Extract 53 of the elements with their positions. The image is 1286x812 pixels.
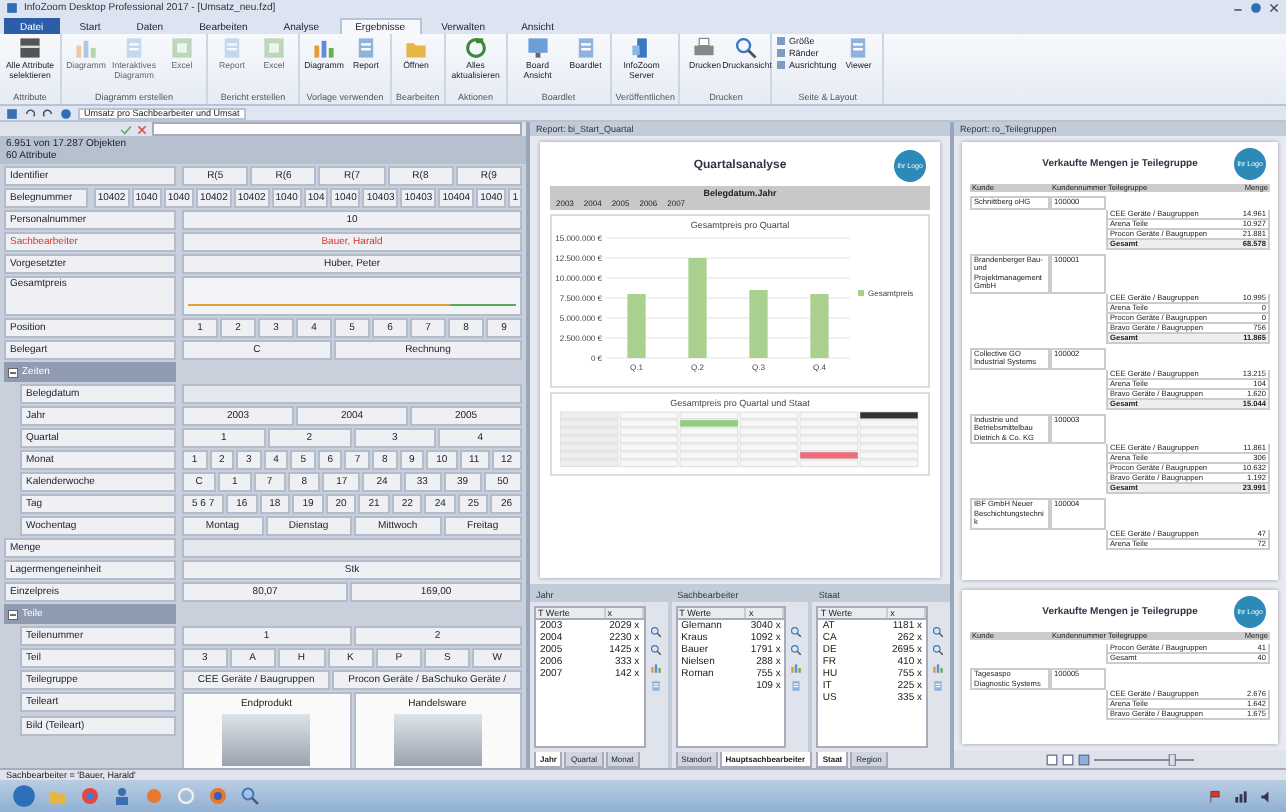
- chart-bar: [749, 290, 768, 358]
- folder-icon: [48, 786, 68, 806]
- start-icon: [12, 784, 36, 808]
- chart-bar: [627, 294, 646, 358]
- zoom-slider[interactable]: [1094, 753, 1194, 765]
- printer-icon: [692, 36, 717, 60]
- redo-icon: [42, 107, 54, 119]
- document-icon: [932, 680, 945, 692]
- slider-thumb[interactable]: [1168, 753, 1176, 765]
- network-icon: [1234, 789, 1248, 803]
- collapse-icon: [8, 367, 18, 377]
- bar-chart-icon: [74, 36, 98, 60]
- bar-chart-icon: [649, 662, 662, 674]
- monitor-icon: [525, 36, 550, 60]
- document-icon: [790, 680, 803, 692]
- spreadsheet-icon: [170, 36, 194, 60]
- collapse-icon: [8, 609, 18, 619]
- document-icon: [220, 36, 244, 60]
- circle-icon: [176, 786, 196, 806]
- document-icon: [573, 36, 598, 60]
- speaker-icon: [1260, 789, 1274, 803]
- chart-bar: [688, 258, 707, 358]
- search-icon: [932, 644, 945, 656]
- browser-icon: [208, 786, 228, 806]
- magnifier-icon: [240, 786, 260, 806]
- flag-icon: [1208, 789, 1222, 803]
- search-icon: [790, 626, 803, 638]
- photo-placeholder: [222, 714, 311, 766]
- bar-chart-icon: [312, 36, 336, 60]
- document-icon: [354, 36, 378, 60]
- search-icon: [649, 626, 662, 638]
- refresh-icon: [463, 36, 488, 60]
- spreadsheet-icon: [262, 36, 286, 60]
- search-icon: [932, 626, 945, 638]
- close-icon: [1268, 2, 1280, 14]
- photo-placeholder: [393, 714, 482, 766]
- check-icon: [120, 123, 132, 135]
- chart-bar: [810, 294, 829, 358]
- search-icon: [649, 644, 662, 656]
- formula-field[interactable]: [152, 122, 522, 136]
- document-icon: [649, 680, 662, 692]
- undo-icon: [24, 107, 36, 119]
- table-icon: [18, 36, 42, 60]
- document-icon: [846, 36, 871, 60]
- search-icon: [790, 644, 803, 656]
- app-icon: [6, 2, 18, 14]
- browser-icon: [80, 786, 100, 806]
- bar-chart-icon: [932, 662, 945, 674]
- bar-chart-icon: [790, 662, 803, 674]
- document-icon: [122, 36, 146, 60]
- person-icon: [112, 786, 132, 806]
- close-icon: [136, 123, 148, 135]
- magnifier-icon: [734, 36, 759, 60]
